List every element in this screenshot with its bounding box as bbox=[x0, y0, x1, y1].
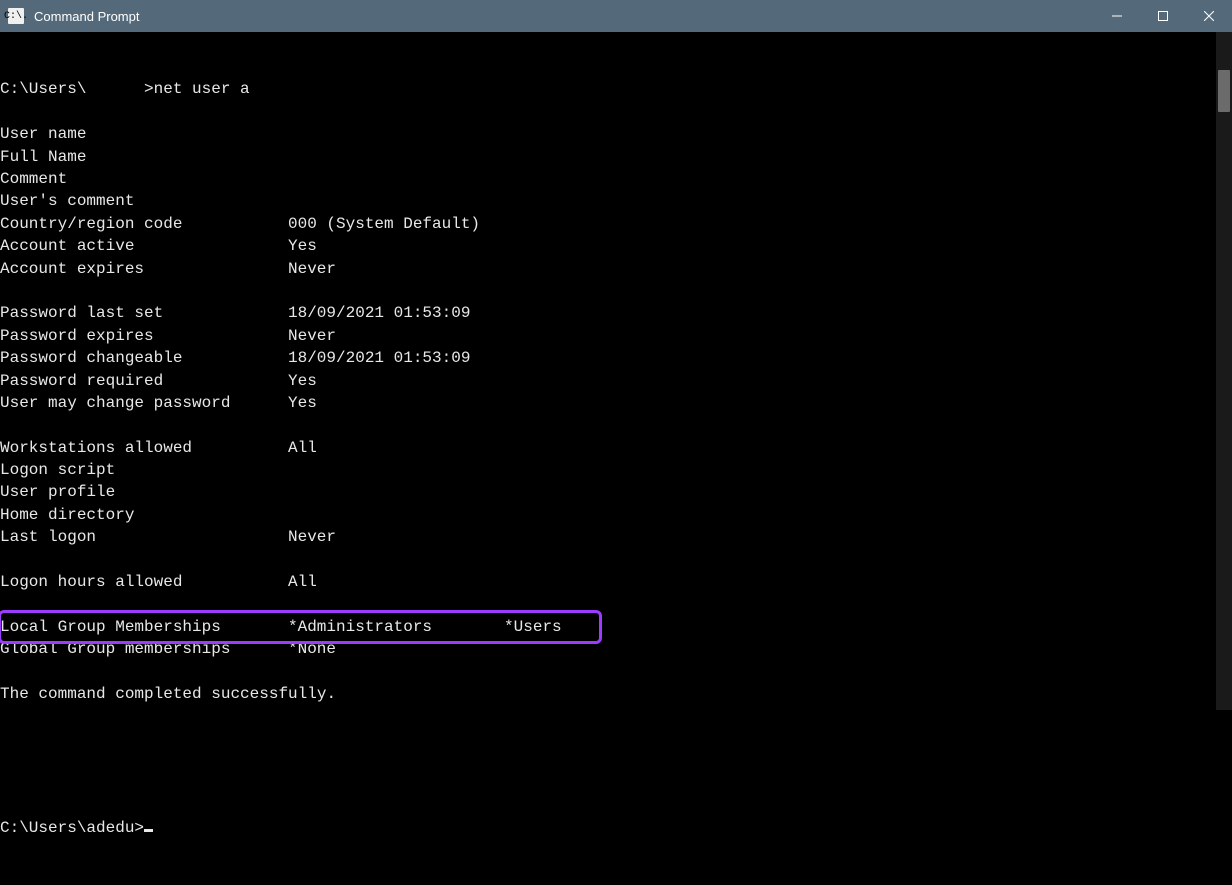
field-value: 18/09/2021 01:53:09 bbox=[288, 349, 470, 367]
field-value: Yes bbox=[288, 394, 317, 412]
field-label: Workstations allowed bbox=[0, 437, 288, 459]
prompt-line: C:\Users\ >net user a bbox=[0, 78, 1216, 100]
output-line: Global Group memberships*None bbox=[0, 638, 1216, 660]
field-label: Account expires bbox=[0, 258, 288, 280]
output-line: Password requiredYes bbox=[0, 370, 1216, 392]
scrollbar-vertical[interactable] bbox=[1216, 32, 1232, 710]
field-label: Last logon bbox=[0, 526, 288, 548]
field-label: Comment bbox=[0, 168, 288, 190]
minimize-icon bbox=[1112, 11, 1122, 21]
field-value: All bbox=[288, 573, 317, 591]
field-value: Never bbox=[288, 528, 336, 546]
terminal-output[interactable]: C:\Users\ >net user a User nameFull Name… bbox=[0, 32, 1216, 710]
output-line: Full Name bbox=[0, 146, 1216, 168]
cursor bbox=[144, 829, 153, 832]
window-controls bbox=[1094, 0, 1232, 32]
output-line: Password expiresNever bbox=[0, 325, 1216, 347]
field-label: User name bbox=[0, 123, 288, 145]
output-line: User's comment bbox=[0, 190, 1216, 212]
field-value: *Administrators bbox=[288, 618, 432, 636]
field-label: Password changeable bbox=[0, 347, 288, 369]
output-line: Last logonNever bbox=[0, 526, 1216, 548]
app-icon: C:\. bbox=[8, 8, 24, 24]
window-title: Command Prompt bbox=[32, 9, 1094, 24]
completion-line: The command completed successfully. bbox=[0, 683, 1216, 705]
field-label: Password expires bbox=[0, 325, 288, 347]
field-label: Account active bbox=[0, 235, 288, 257]
output-line: User profile bbox=[0, 481, 1216, 503]
output-line: Account activeYes bbox=[0, 235, 1216, 257]
output-line: Country/region code000 (System Default) bbox=[0, 213, 1216, 235]
maximize-icon bbox=[1158, 11, 1168, 21]
field-value: Yes bbox=[288, 237, 317, 255]
output-line: Logon script bbox=[0, 459, 1216, 481]
scroll-thumb[interactable] bbox=[1218, 70, 1230, 112]
blank-line bbox=[0, 728, 1216, 750]
field-value: Never bbox=[288, 327, 336, 345]
field-label: Logon hours allowed bbox=[0, 571, 288, 593]
field-value: 000 (System Default) bbox=[288, 215, 480, 233]
field-label: Local Group Memberships bbox=[0, 616, 288, 638]
field-label: Country/region code bbox=[0, 213, 288, 235]
maximize-button[interactable] bbox=[1140, 0, 1186, 32]
field-value: Yes bbox=[288, 372, 317, 390]
field-value: *None bbox=[288, 640, 336, 658]
field-label: Global Group memberships bbox=[0, 638, 288, 660]
output-line: Password changeable18/09/2021 01:53:09 bbox=[0, 347, 1216, 369]
field-label: Logon script bbox=[0, 459, 288, 481]
output-line: Logon hours allowedAll bbox=[0, 571, 1216, 593]
field-label: Full Name bbox=[0, 146, 288, 168]
output-line bbox=[0, 280, 1216, 302]
output-line: Workstations allowedAll bbox=[0, 437, 1216, 459]
output-line bbox=[0, 549, 1216, 571]
field-label: Password last set bbox=[0, 302, 288, 324]
field-value: 18/09/2021 01:53:09 bbox=[288, 304, 470, 322]
minimize-button[interactable] bbox=[1094, 0, 1140, 32]
output-line: User may change passwordYes bbox=[0, 392, 1216, 414]
field-label: User's comment bbox=[0, 190, 288, 212]
field-value-2: *Users bbox=[432, 616, 562, 638]
close-button[interactable] bbox=[1186, 0, 1232, 32]
window-titlebar: C:\. Command Prompt bbox=[0, 0, 1232, 32]
output-line bbox=[0, 593, 1216, 615]
close-icon bbox=[1204, 11, 1214, 21]
output-line: Comment bbox=[0, 168, 1216, 190]
field-label: User may change password bbox=[0, 392, 288, 414]
output-line: Local Group Memberships*Administrators*U… bbox=[0, 616, 1216, 638]
output-line: Password last set18/09/2021 01:53:09 bbox=[0, 302, 1216, 324]
field-label: Home directory bbox=[0, 504, 288, 526]
blank-line bbox=[0, 773, 1216, 795]
output-line: Account expiresNever bbox=[0, 258, 1216, 280]
field-value: Never bbox=[288, 260, 336, 278]
field-label: Password required bbox=[0, 370, 288, 392]
output-line bbox=[0, 414, 1216, 436]
field-label: User profile bbox=[0, 481, 288, 503]
field-value: All bbox=[288, 439, 317, 457]
output-line: Home directory bbox=[0, 504, 1216, 526]
output-line: User name bbox=[0, 123, 1216, 145]
prompt-line: C:\Users\adedu> bbox=[0, 817, 1216, 839]
